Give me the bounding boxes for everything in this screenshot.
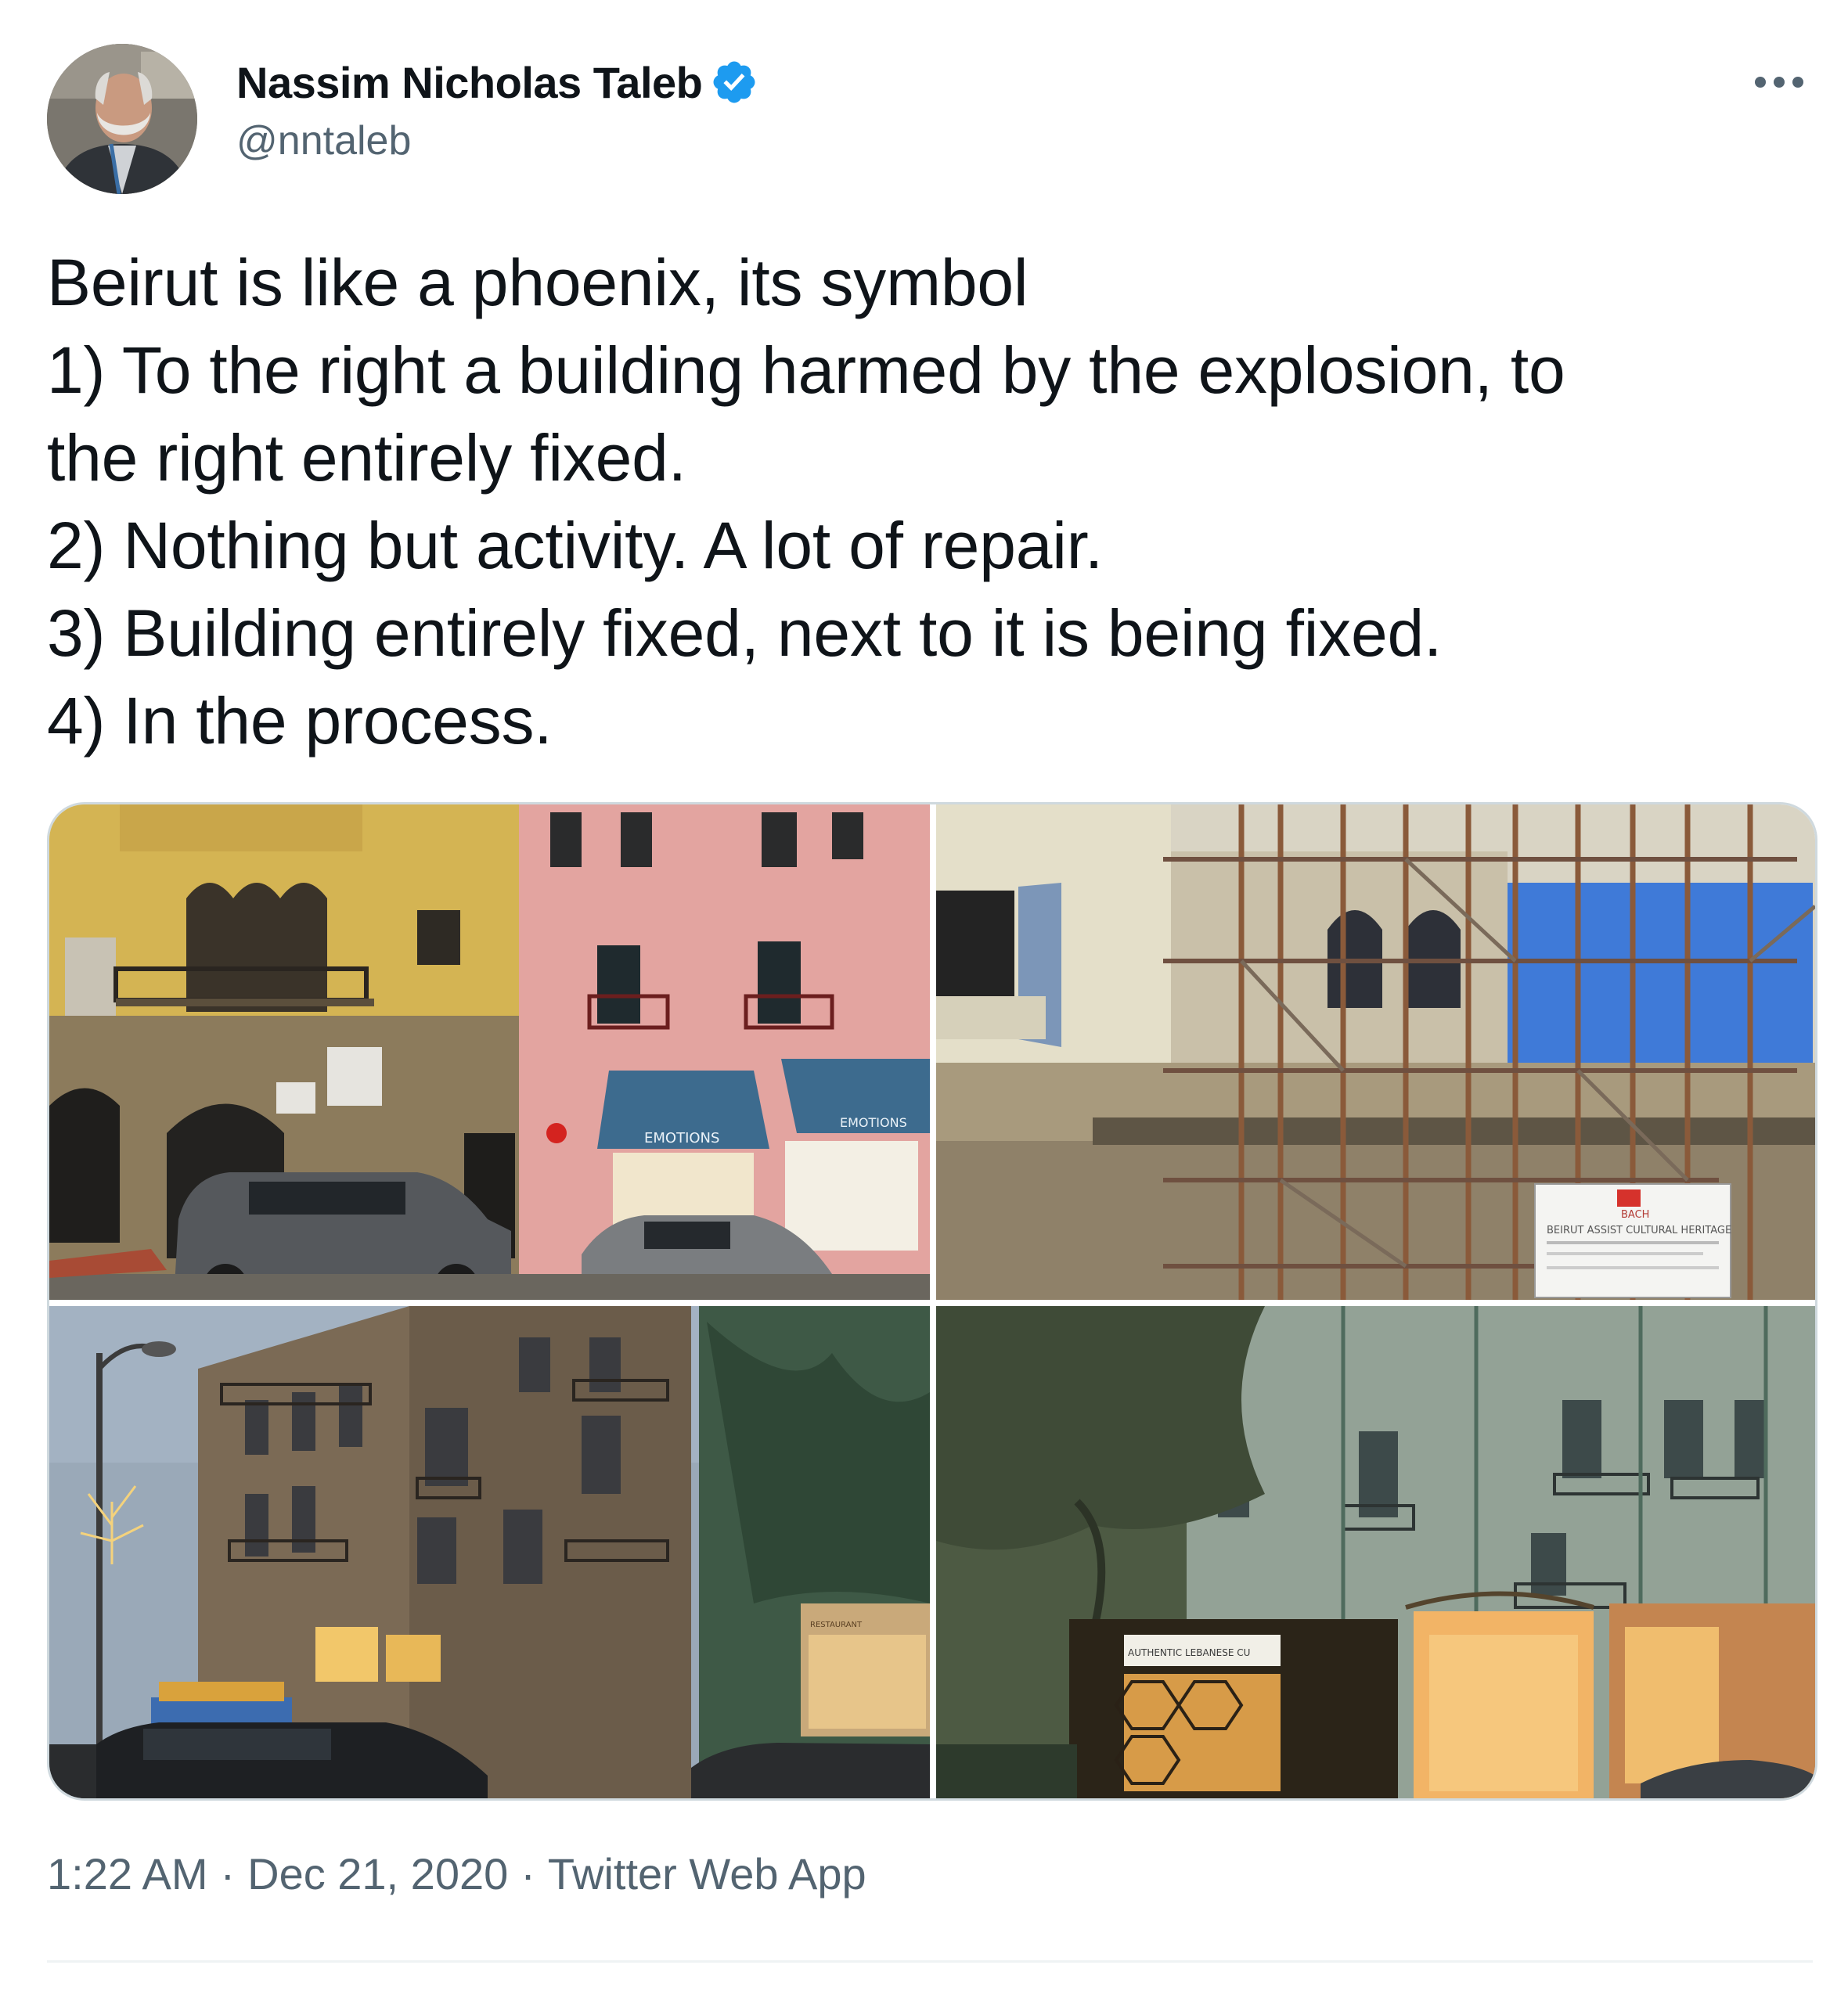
photo-4[interactable]: AUTHENTIC LEBANESE CU bbox=[936, 1306, 1815, 1798]
meta-separator: · bbox=[521, 1849, 535, 1898]
verified-badge-icon bbox=[713, 61, 755, 103]
photo-3-image: RESTAURANT bbox=[49, 1306, 930, 1798]
photo-1-sign: EMOTIONS bbox=[840, 1115, 907, 1130]
media-grid: EMOTIONS EMOTIONS BACH BEIRUT ASSIST CUL… bbox=[47, 802, 1817, 1801]
avatar-image bbox=[47, 44, 197, 194]
tweet-card: Nassim Nicholas Taleb @nntaleb Beirut is… bbox=[0, 0, 1848, 2001]
tweet-source-link[interactable]: Twitter Web App bbox=[548, 1848, 866, 1899]
tweet-metadata: 1:22 AM · Dec 21, 2020 · Twitter Web App bbox=[47, 1848, 866, 1899]
photo-2-sign: BEIRUT ASSIST CULTURAL HERITAGE bbox=[1547, 1225, 1731, 1236]
photo-1[interactable]: EMOTIONS EMOTIONS bbox=[49, 804, 930, 1300]
tweet-text-line: 3) Building entirely fixed, next to it i… bbox=[47, 596, 1443, 670]
tweet-text: Beirut is like a phoenix, its symbol 1) … bbox=[47, 239, 1800, 765]
photo-1-sign: EMOTIONS bbox=[644, 1130, 719, 1146]
meta-separator: · bbox=[220, 1849, 236, 1898]
more-horizontal-icon[interactable] bbox=[1748, 55, 1810, 110]
divider bbox=[47, 1960, 1813, 1963]
tweet-text-line: Beirut is like a phoenix, its symbol bbox=[47, 246, 1028, 319]
photo-3-sign: RESTAURANT bbox=[810, 1621, 863, 1629]
author-name-row: Nassim Nicholas Taleb bbox=[236, 55, 758, 110]
author-display-name[interactable]: Nassim Nicholas Taleb bbox=[236, 57, 703, 108]
photo-4-image: AUTHENTIC LEBANESE CU bbox=[936, 1306, 1815, 1798]
author-avatar[interactable] bbox=[47, 44, 197, 194]
tweet-time-link[interactable]: 1:22 AM bbox=[47, 1848, 207, 1899]
tweet-date-link[interactable]: Dec 21, 2020 bbox=[247, 1848, 508, 1899]
photo-4-sign: AUTHENTIC LEBANESE CU bbox=[1128, 1647, 1250, 1658]
photo-2-image: BACH BEIRUT ASSIST CULTURAL HERITAGE bbox=[936, 804, 1815, 1300]
tweet-text-line: 2) Nothing but activity. A lot of repair… bbox=[47, 509, 1103, 582]
photo-3[interactable]: RESTAURANT bbox=[49, 1306, 930, 1798]
author-handle[interactable]: @nntaleb bbox=[236, 117, 411, 164]
tweet-text-line: 4) In the process. bbox=[47, 684, 553, 758]
photo-2-sign: BACH bbox=[1621, 1209, 1649, 1221]
tweet-text-line: the right entirely fixed. bbox=[47, 421, 686, 495]
photo-2[interactable]: BACH BEIRUT ASSIST CULTURAL HERITAGE bbox=[936, 804, 1815, 1300]
photo-1-image: EMOTIONS EMOTIONS bbox=[49, 804, 930, 1300]
tweet-text-line: 1) To the right a building harmed by the… bbox=[47, 333, 1565, 407]
